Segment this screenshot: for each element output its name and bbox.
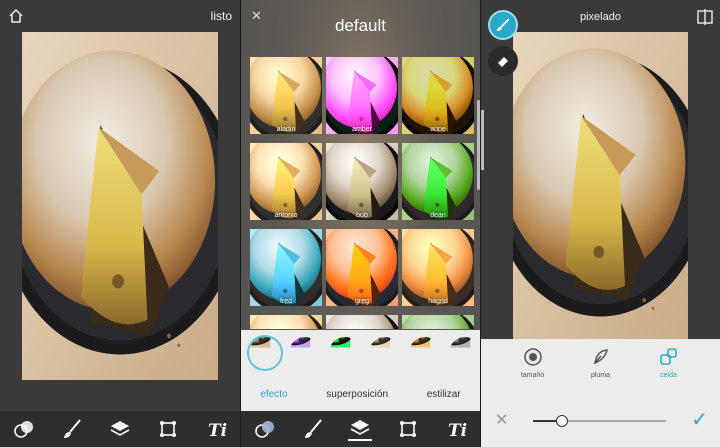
filter-tile[interactable]: greg xyxy=(326,229,398,306)
filter-label: amber xyxy=(352,126,372,133)
filter-tile[interactable]: hagrid xyxy=(402,229,474,306)
layers-icon[interactable] xyxy=(108,417,132,441)
effect-thumbnail[interactable] xyxy=(329,337,361,369)
filter-tile[interactable]: aladin xyxy=(250,57,322,134)
option-cell[interactable]: celda xyxy=(649,347,689,394)
filter-tile[interactable] xyxy=(326,315,398,329)
panel-title: default xyxy=(334,16,387,35)
layers-icon[interactable] xyxy=(348,417,373,441)
brush-options: tamaño pluma celda xyxy=(481,339,720,394)
filter-tile[interactable]: dean xyxy=(402,143,474,220)
filter-label: antonio xyxy=(274,212,298,219)
brush-icon[interactable] xyxy=(60,417,84,441)
editor-panel: listo Ti xyxy=(0,0,240,447)
svg-text:Ti: Ti xyxy=(448,421,467,440)
photo-canvas[interactable] xyxy=(513,32,688,339)
crop-icon[interactable] xyxy=(156,417,180,441)
filter-label: fred xyxy=(279,298,293,305)
filter-label: hagrid xyxy=(428,298,448,305)
slider-knob[interactable] xyxy=(556,415,569,427)
filter-tile[interactable] xyxy=(402,315,474,329)
tool-bar: Ti xyxy=(241,411,480,447)
filter-tile[interactable]: fred xyxy=(250,229,322,306)
home-icon[interactable] xyxy=(8,8,24,24)
option-label: tamaño xyxy=(520,372,545,379)
tab-superposicion[interactable]: superposición xyxy=(326,389,388,400)
cancel-icon[interactable]: ✕ xyxy=(495,410,508,430)
filter-grid: aladin amber anne antonio bob dean fred greg hag… xyxy=(250,57,475,329)
slider-bar: ✕ ✓ xyxy=(481,394,720,447)
filter-label: aladin xyxy=(276,126,296,133)
size-icon xyxy=(523,348,542,366)
filter-tile[interactable]: antonio xyxy=(250,143,322,220)
filter-tile[interactable] xyxy=(250,315,322,329)
brush-icon xyxy=(497,18,510,31)
effect-thumbnail[interactable] xyxy=(449,337,480,369)
filter-label: dean xyxy=(430,212,446,219)
text-icon[interactable]: Ti xyxy=(444,417,468,441)
filter-label: anne xyxy=(430,126,446,133)
tool-bar: Ti xyxy=(0,411,240,447)
filter-label: greg xyxy=(354,298,369,305)
eraser-mode-button[interactable] xyxy=(488,46,518,76)
photo-canvas[interactable] xyxy=(22,32,218,380)
top-bar: listo xyxy=(0,0,240,32)
done-button[interactable]: listo xyxy=(211,9,232,23)
mode-tabs: efecto superposición estilizar xyxy=(241,376,480,412)
effect-thumbnails xyxy=(241,330,480,376)
feather-icon xyxy=(593,349,608,365)
effect-thumbnail[interactable] xyxy=(249,337,281,369)
effect-thumbnail[interactable] xyxy=(409,337,441,369)
tab-estilizar[interactable]: estilizar xyxy=(427,389,461,400)
effect-thumbnail[interactable] xyxy=(369,337,401,369)
brush-mode-button[interactable] xyxy=(488,10,518,40)
filter-label: bob xyxy=(356,212,368,219)
effect-thumbnail[interactable] xyxy=(289,337,321,369)
option-size[interactable]: tamaño xyxy=(513,347,553,394)
filter-tile[interactable]: anne xyxy=(402,57,474,134)
compare-icon[interactable] xyxy=(697,9,713,25)
crop-icon[interactable] xyxy=(396,417,420,441)
svg-text:Ti: Ti xyxy=(208,421,227,440)
adjust-icon[interactable] xyxy=(253,417,277,441)
apply-check-icon[interactable]: ✓ xyxy=(691,407,708,432)
option-feather[interactable]: pluma xyxy=(581,347,621,394)
filter-tile[interactable]: bob xyxy=(326,143,398,220)
option-label: pluma xyxy=(590,372,611,379)
scrollbar[interactable] xyxy=(481,110,484,170)
effects-panel: ✕ default aladin amber anne antonio bob dean f… xyxy=(241,0,480,447)
text-icon[interactable]: Ti xyxy=(204,417,228,441)
option-label: celda xyxy=(660,372,677,379)
pixelate-panel: pixelado tamaño pluma celda ✕ ✓ xyxy=(481,0,720,447)
filter-tile[interactable]: amber xyxy=(326,57,398,134)
eraser-icon xyxy=(498,57,508,67)
tab-efecto[interactable]: efecto xyxy=(260,389,287,400)
brush-icon[interactable] xyxy=(301,417,325,441)
cell-icon xyxy=(659,348,677,365)
adjust-icon[interactable] xyxy=(12,417,36,441)
